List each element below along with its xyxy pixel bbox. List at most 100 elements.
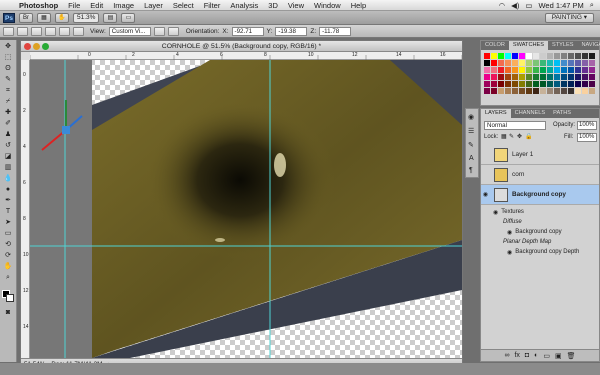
color-swatch[interactable] — [554, 81, 560, 87]
battery-icon[interactable]: ▭ — [525, 1, 532, 10]
color-swatch[interactable] — [540, 88, 546, 94]
color-swatch[interactable] — [568, 67, 574, 73]
color-swatch[interactable] — [484, 53, 490, 59]
color-swatch[interactable] — [568, 81, 574, 87]
tab-paths[interactable]: PATHS — [549, 109, 575, 118]
new-group-icon[interactable]: ▭ — [543, 352, 550, 360]
type-tool-icon[interactable]: T — [2, 207, 14, 217]
color-swatch[interactable] — [484, 81, 490, 87]
color-swatch[interactable] — [561, 53, 567, 59]
tab-navigator[interactable]: NAVIGATE — [577, 41, 600, 50]
color-swatch[interactable] — [526, 67, 532, 73]
layer-row-corn[interactable]: corn — [481, 165, 599, 185]
y-input[interactable]: -19.38 — [275, 26, 308, 36]
color-swatch[interactable] — [568, 53, 574, 59]
color-swatch[interactable] — [575, 60, 581, 66]
color-swatch[interactable] — [526, 60, 532, 66]
marquee-tool-icon[interactable]: ⬚ — [2, 53, 14, 63]
color-swatch[interactable] — [561, 88, 567, 94]
color-swatch[interactable] — [554, 67, 560, 73]
color-swatch[interactable] — [484, 74, 490, 80]
color-swatch[interactable] — [547, 67, 553, 73]
zoom-window-button[interactable] — [42, 43, 49, 50]
clone-stamp-tool-icon[interactable]: ♟ — [2, 130, 14, 140]
color-swatch[interactable] — [505, 88, 511, 94]
color-swatch[interactable] — [484, 67, 490, 73]
eye-icon[interactable]: ◉ — [507, 229, 512, 236]
ruler-origin[interactable] — [21, 52, 30, 60]
color-swatch[interactable] — [519, 67, 525, 73]
color-swatch[interactable] — [547, 60, 553, 66]
menu-analysis[interactable]: Analysis — [225, 1, 263, 10]
sublayer-row[interactable]: ◉ Background copy — [481, 227, 599, 237]
canvas-area[interactable] — [30, 60, 462, 358]
color-swatch[interactable] — [484, 60, 490, 66]
horizontal-ruler[interactable]: 0 2 4 6 8 10 12 14 16 — [30, 52, 462, 60]
color-swatch[interactable] — [533, 53, 539, 59]
color-swatch[interactable] — [589, 53, 595, 59]
eye-icon[interactable]: ◉ — [493, 209, 498, 216]
pan-3d-mode[interactable] — [45, 26, 56, 36]
sublayer-row[interactable]: ◉ Background copy Depth — [481, 247, 599, 257]
color-swatch[interactable] — [575, 67, 581, 73]
adjustment-layer-icon[interactable]: ◐ — [534, 352, 538, 359]
menu-edit[interactable]: Edit — [85, 1, 108, 10]
link-layers-icon[interactable]: ∞ — [504, 352, 509, 359]
color-swatch[interactable] — [512, 67, 518, 73]
tool-preset-picker[interactable] — [3, 26, 14, 36]
color-swatch[interactable] — [498, 53, 504, 59]
menu-window[interactable]: Window — [309, 1, 346, 10]
vertical-ruler[interactable]: 0 2 4 6 8 10 12 14 — [21, 60, 30, 358]
color-swatch[interactable] — [505, 53, 511, 59]
color-swatch[interactable] — [582, 67, 588, 73]
3d-rotate-tool-icon[interactable]: ⟲ — [2, 240, 14, 250]
color-swatch[interactable] — [582, 60, 588, 66]
dodge-tool-icon[interactable]: ● — [2, 185, 14, 195]
color-swatch[interactable] — [582, 74, 588, 80]
color-swatch[interactable] — [568, 60, 574, 66]
color-swatch[interactable] — [519, 60, 525, 66]
roll-3d-mode[interactable] — [31, 26, 42, 36]
color-swatch[interactable] — [540, 53, 546, 59]
3d-panel-icon[interactable]: ◉ — [468, 113, 474, 121]
color-swatch[interactable] — [512, 74, 518, 80]
color-swatch[interactable] — [512, 81, 518, 87]
new-layer-icon[interactable]: ▣ — [555, 352, 562, 360]
color-swatch[interactable] — [526, 81, 532, 87]
menu-layer[interactable]: Layer — [139, 1, 168, 10]
color-swatch[interactable] — [582, 88, 588, 94]
color-swatch[interactable] — [526, 74, 532, 80]
color-swatch[interactable] — [540, 67, 546, 73]
color-swatch[interactable] — [498, 60, 504, 66]
color-swatch[interactable] — [589, 81, 595, 87]
sublayer-row[interactable]: Diffuse — [481, 217, 599, 227]
sublayer-row[interactable]: Planar Depth Map — [481, 237, 599, 247]
delete-layer-icon[interactable]: 🗑 — [567, 352, 576, 360]
wifi-icon[interactable]: ◠ — [499, 1, 506, 10]
lock-image-icon[interactable]: ✎ — [509, 133, 514, 140]
rotate-3d-mode[interactable] — [17, 26, 28, 36]
color-swatch[interactable] — [526, 88, 532, 94]
scale-3d-mode[interactable] — [73, 26, 84, 36]
blur-tool-icon[interactable]: 💧 — [2, 174, 14, 184]
view-select[interactable]: Custom Vi... — [108, 26, 151, 36]
document-title-bar[interactable]: CORNHOLE @ 51.5% (Background copy, RGB/1… — [21, 41, 462, 52]
fill-input[interactable]: 100% — [577, 133, 597, 142]
eye-icon[interactable]: ◉ — [507, 249, 512, 256]
view-extras-button[interactable]: ▦ — [37, 12, 51, 23]
spotlight-search-icon[interactable]: ⌕ — [590, 0, 594, 10]
background-color-swatch[interactable] — [6, 294, 14, 302]
zoom-level-select[interactable]: 51.3% — [73, 12, 100, 23]
menu-app-name[interactable]: Photoshop — [14, 1, 63, 10]
zoom-tool-icon[interactable]: ⌕ — [2, 273, 14, 283]
color-swatch[interactable] — [533, 60, 539, 66]
color-swatch[interactable] — [554, 88, 560, 94]
color-swatch[interactable] — [491, 60, 497, 66]
x-input[interactable]: -92.71 — [231, 26, 264, 36]
minimize-window-button[interactable] — [33, 43, 40, 50]
color-swatch[interactable] — [533, 88, 539, 94]
color-swatch[interactable] — [547, 53, 553, 59]
brush-tool-icon[interactable]: ✐ — [2, 119, 14, 129]
color-swatch[interactable] — [498, 67, 504, 73]
tab-layers[interactable]: LAYERS — [481, 109, 511, 118]
